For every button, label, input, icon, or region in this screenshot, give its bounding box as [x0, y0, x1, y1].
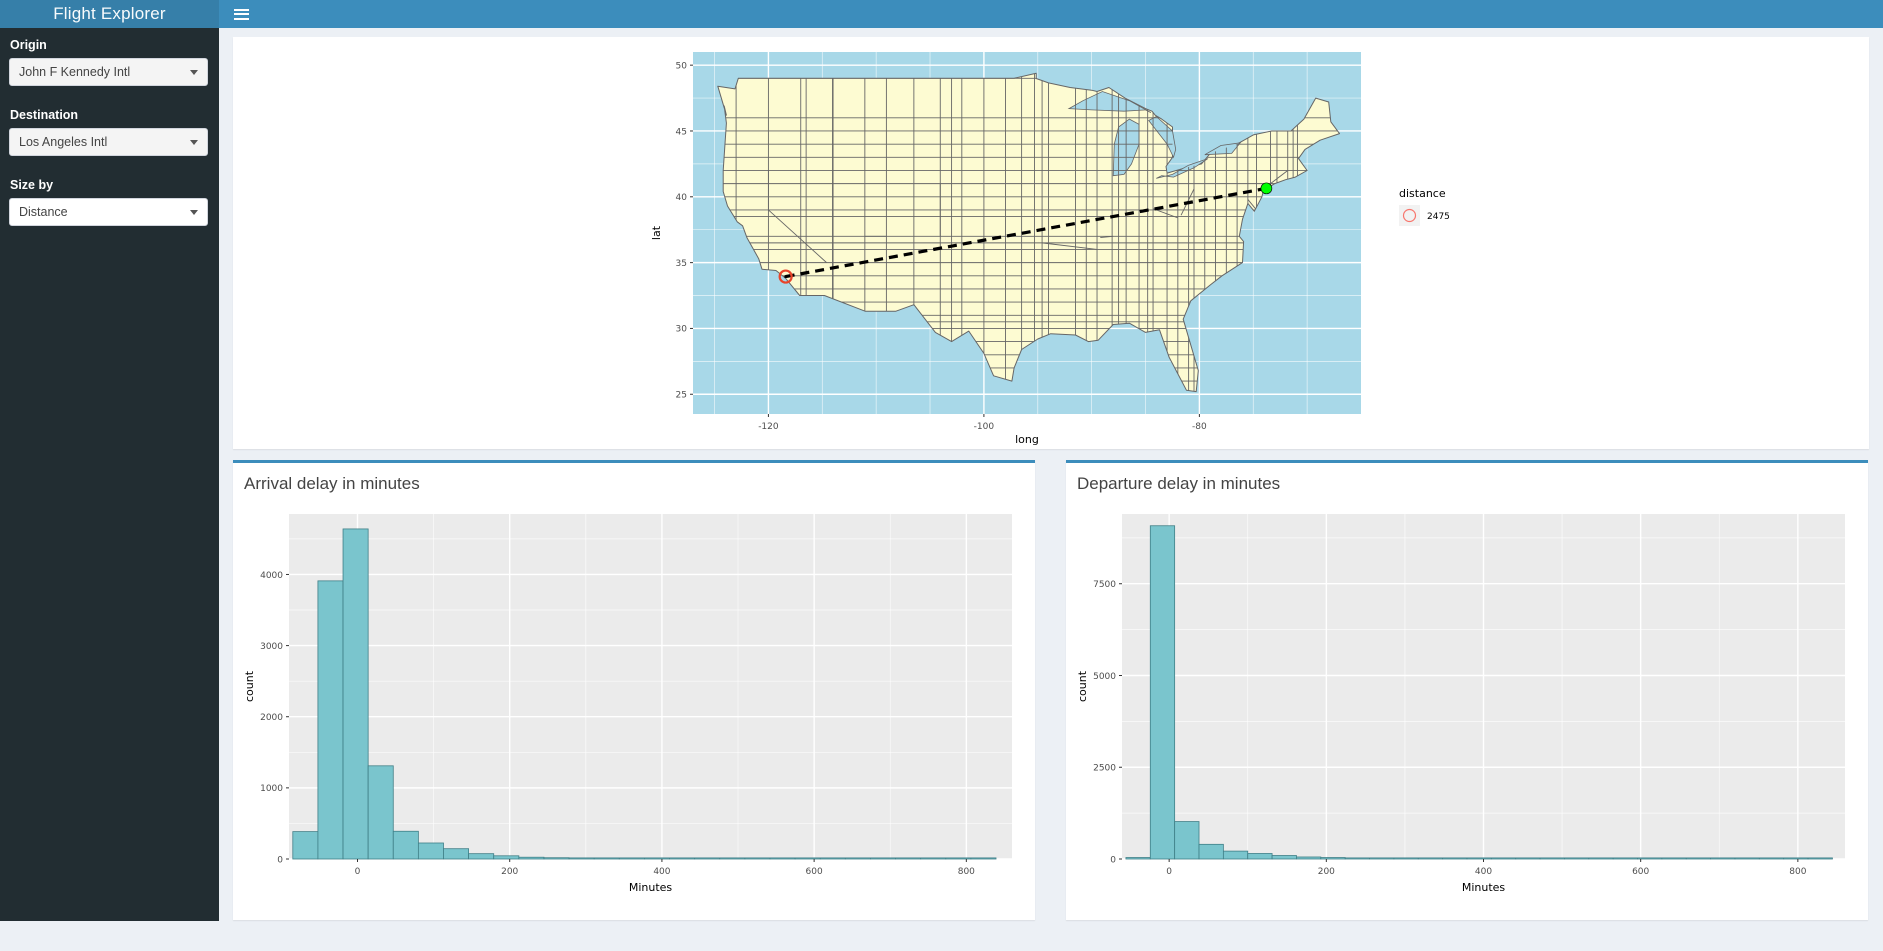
chevron-down-icon: [190, 70, 198, 75]
origin-select[interactable]: John F Kennedy Intl: [9, 58, 208, 86]
departure-delay-plot: 0 200 400 600 800 0 2500 5000 7500 Minutes count: [1066, 494, 1868, 951]
sizeby-select-value: Distance: [19, 205, 68, 219]
svg-text:2500: 2500: [1093, 764, 1116, 774]
svg-text:600: 600: [1632, 867, 1649, 877]
svg-text:25: 25: [676, 391, 687, 401]
svg-text:400: 400: [653, 867, 670, 877]
hamburger-icon[interactable]: [223, 0, 259, 28]
app-title: Flight Explorer: [53, 4, 166, 23]
destination-select[interactable]: Los Angeles Intl: [9, 128, 208, 156]
svg-text:45: 45: [676, 127, 687, 137]
svg-text:400: 400: [1475, 867, 1492, 877]
svg-text:Minutes: Minutes: [1462, 881, 1506, 894]
svg-text:long: long: [1015, 433, 1039, 446]
arrival-delay-title: Arrival delay in minutes: [244, 474, 420, 493]
svg-text:lat: lat: [650, 225, 663, 240]
arrival-delay-plot: 0 200 400 600 800 0 1000 2000 3000 4000 Minutes cou…: [233, 494, 1035, 951]
svg-text:200: 200: [501, 867, 518, 877]
origin-select-value: John F Kennedy Intl: [19, 65, 131, 79]
svg-text:3000: 3000: [260, 642, 283, 652]
svg-text:count: count: [1076, 670, 1089, 702]
svg-text:Minutes: Minutes: [629, 881, 673, 894]
svg-text:2000: 2000: [260, 713, 283, 723]
svg-text:800: 800: [958, 867, 975, 877]
destination-select-value: Los Angeles Intl: [19, 135, 108, 149]
origin-label: Origin: [10, 38, 47, 52]
svg-text:600: 600: [806, 867, 823, 877]
svg-text:7500: 7500: [1093, 580, 1116, 590]
svg-text:0: 0: [277, 855, 283, 865]
sizeby-control: Size by Distance: [9, 178, 210, 226]
svg-text:-100: -100: [974, 422, 995, 432]
svg-text:0: 0: [1110, 855, 1116, 865]
svg-text:35: 35: [676, 259, 687, 269]
origin-control: Origin John F Kennedy Intl: [9, 38, 210, 86]
chevron-down-icon: [190, 140, 198, 145]
departure-delay-box: Departure delay in minutes 0 200 400 600 800…: [1066, 460, 1868, 920]
svg-text:distance: distance: [1399, 187, 1446, 200]
sizeby-label: Size by: [10, 178, 54, 192]
svg-text:30: 30: [676, 325, 688, 335]
svg-text:5000: 5000: [1093, 672, 1116, 682]
svg-text:4000: 4000: [260, 571, 283, 581]
chevron-down-icon: [190, 210, 198, 215]
map-svg[interactable]: -120 -100 -80 25 30 35 40 45 50 long lat distance 24…: [233, 37, 1869, 446]
svg-text:0: 0: [355, 867, 361, 877]
main-content: -120 -100 -80 25 30 35 40 45 50 long lat distance 24…: [219, 28, 1883, 921]
map-box: -120 -100 -80 25 30 35 40 45 50 long lat distance 24…: [233, 37, 1869, 449]
departure-histogram-svg[interactable]: 0 200 400 600 800 0 2500 5000 7500 Minutes count: [1066, 494, 1868, 914]
svg-text:count: count: [243, 670, 256, 702]
svg-text:-120: -120: [758, 422, 779, 432]
map-plot: -120 -100 -80 25 30 35 40 45 50 long lat distance 24…: [233, 37, 1869, 449]
departure-delay-title: Departure delay in minutes: [1077, 474, 1281, 493]
histograms-row: Arrival delay in minutes 0 200 400 600 800 0 1…: [233, 460, 1869, 920]
sidebar: Origin John F Kennedy Intl Destination L…: [0, 28, 219, 921]
app-logo[interactable]: Flight Explorer: [0, 0, 219, 28]
navbar: [219, 0, 1883, 28]
app-header: Flight Explorer: [0, 0, 1883, 28]
svg-text:800: 800: [1789, 867, 1806, 877]
svg-text:2475: 2475: [1427, 212, 1450, 222]
svg-text:40: 40: [676, 193, 688, 203]
arrival-delay-box: Arrival delay in minutes 0 200 400 600 800 0 1…: [233, 460, 1035, 920]
arrival-histogram-svg[interactable]: 0 200 400 600 800 0 1000 2000 3000 4000 Minutes cou…: [233, 494, 1035, 914]
svg-text:-80: -80: [1192, 422, 1207, 432]
svg-text:50: 50: [676, 61, 688, 71]
svg-text:200: 200: [1318, 867, 1335, 877]
sizeby-select[interactable]: Distance: [9, 198, 208, 226]
svg-text:1000: 1000: [260, 784, 283, 794]
destination-control: Destination Los Angeles Intl: [9, 108, 210, 156]
destination-label: Destination: [10, 108, 79, 122]
svg-text:0: 0: [1166, 867, 1172, 877]
